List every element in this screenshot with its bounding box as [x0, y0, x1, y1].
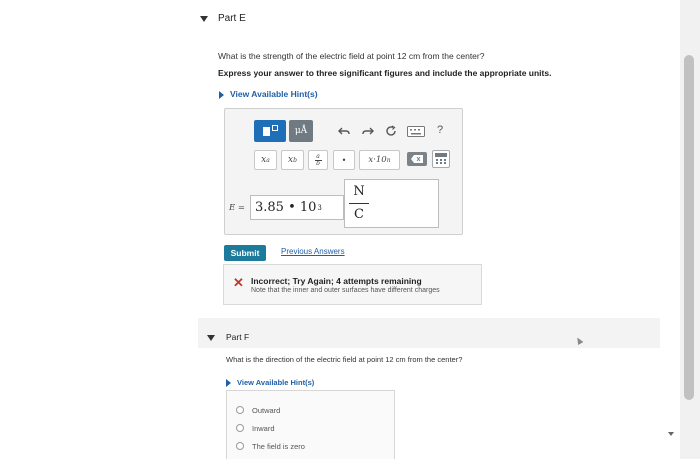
feedback-note: Note that the inner and outer surfaces h… — [251, 287, 440, 294]
answer-label: E = — [229, 203, 246, 213]
redo-icon[interactable] — [360, 123, 376, 139]
template-block-icon — [262, 126, 270, 136]
radio-field-zero[interactable] — [236, 442, 244, 450]
part-f-question: What is the direction of the electric fi… — [226, 355, 463, 364]
keyboard-icon[interactable] — [406, 123, 426, 139]
answer-value-field[interactable]: 3.85 • 10 3 — [250, 195, 344, 220]
part-e-title: Part E — [218, 13, 246, 24]
reset-icon[interactable] — [383, 123, 399, 139]
incorrect-x-icon: ✕ — [233, 275, 244, 290]
unit-numerator: N — [353, 184, 365, 199]
collapse-part-f-icon[interactable] — [207, 335, 215, 341]
option-inward-label[interactable]: Inward — [252, 424, 275, 433]
dot-button[interactable]: • — [333, 150, 355, 170]
part-e-question: What is the strength of the electric fie… — [218, 51, 485, 61]
templates-button[interactable] — [254, 120, 286, 142]
subscript-button[interactable]: xb — [281, 150, 304, 170]
answer-value: 3.85 • 10 — [255, 200, 317, 215]
template-square-icon — [271, 125, 278, 131]
previous-answers-link[interactable]: Previous Answers — [281, 247, 345, 256]
expand-triangle-icon — [219, 90, 224, 99]
scientific-notation-button[interactable]: x·10 n — [359, 150, 400, 170]
fraction-den: b — [316, 159, 320, 167]
part-e-instruction: Express your answer to three significant… — [218, 68, 552, 78]
scrollbar-thumb[interactable] — [684, 55, 694, 400]
superscript-button[interactable]: xa — [254, 150, 277, 170]
radio-outward[interactable] — [236, 406, 244, 414]
option-field-zero-label[interactable]: The field is zero — [252, 442, 305, 451]
radio-inward[interactable] — [236, 424, 244, 432]
backspace-icon[interactable] — [407, 152, 427, 166]
part-f-title: Part F — [226, 332, 250, 342]
part-f-hints-label: View Available Hint(s) — [237, 378, 315, 387]
units-button[interactable]: μÅ — [289, 120, 313, 142]
fraction-button[interactable]: ab — [308, 150, 328, 170]
part-f-hints-toggle[interactable]: View Available Hint(s) — [226, 378, 315, 388]
submit-button[interactable]: Submit — [224, 245, 266, 261]
expand-triangle-icon — [226, 379, 231, 388]
part-e-hints-toggle[interactable]: View Available Hint(s) — [219, 89, 318, 99]
calculator-icon[interactable] — [432, 150, 450, 168]
help-icon[interactable]: ? — [432, 122, 448, 138]
part-e-hints-label: View Available Hint(s) — [230, 89, 318, 99]
unit-fraction-bar — [349, 203, 369, 204]
feedback-title: Incorrect; Try Again; 4 attempts remaini… — [251, 276, 422, 286]
collapse-part-e-icon[interactable] — [200, 16, 208, 22]
undo-icon[interactable] — [336, 123, 352, 139]
answer-exponent: 3 — [317, 203, 322, 212]
option-outward-label[interactable]: Outward — [252, 406, 280, 415]
unit-denominator: C — [354, 207, 364, 222]
part-f-header-bar — [198, 318, 660, 348]
scroll-down-arrow-icon[interactable] — [668, 432, 674, 436]
